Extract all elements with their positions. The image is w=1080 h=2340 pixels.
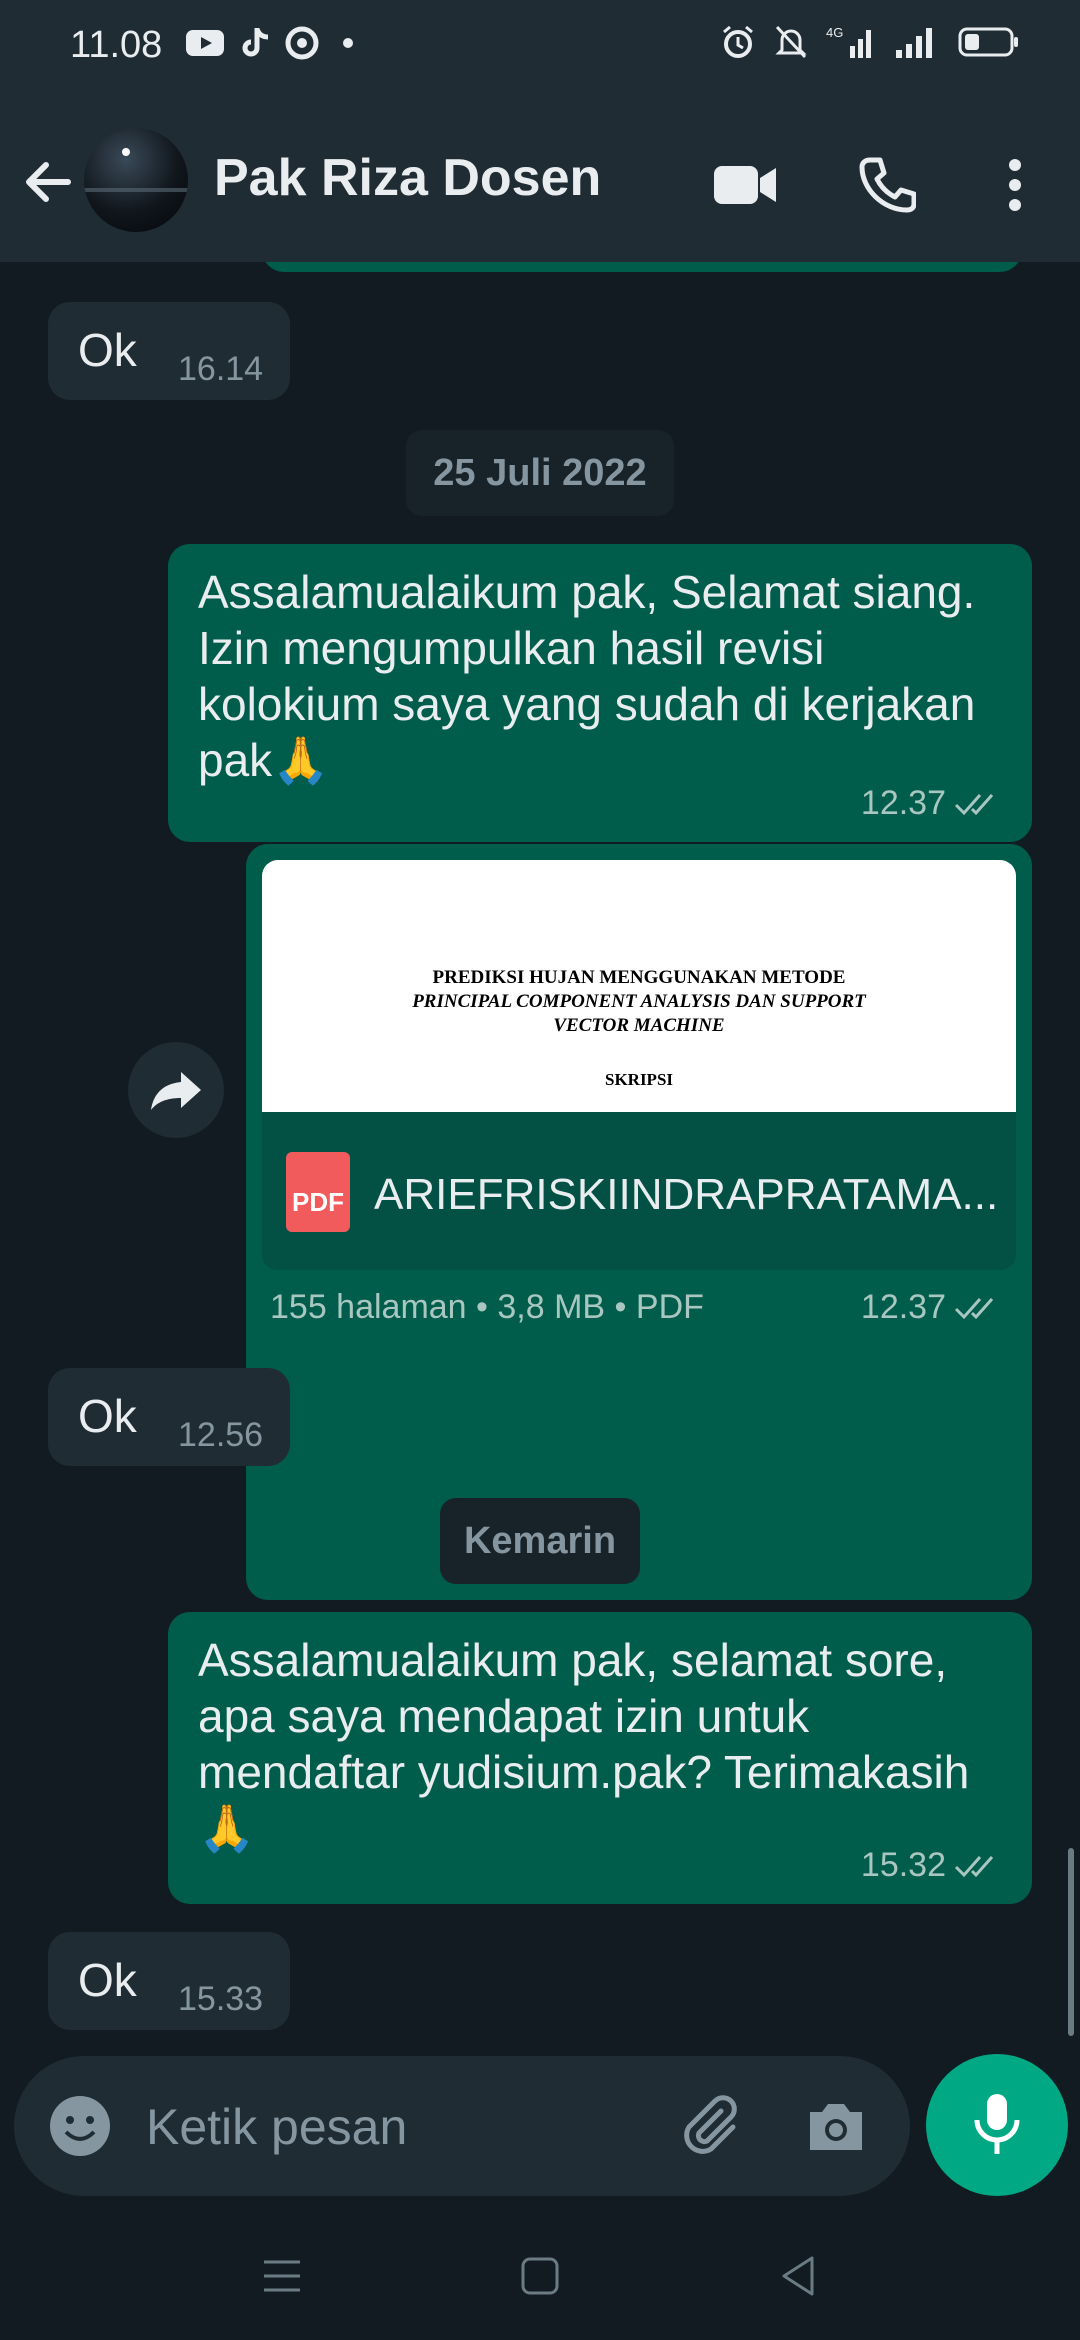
wifi-signal-icon <box>896 28 932 58</box>
message-text: Assalamualaikum pak, selamat sore, apa s… <box>198 1634 970 1854</box>
preview-title-line3: VECTOR MACHINE <box>553 1015 725 1036</box>
contact-name[interactable]: Pak Riza Dosen <box>214 148 601 208</box>
back-triangle-icon <box>782 2256 814 2296</box>
chat-messages[interactable]: Ok 16.14 25 Juli 2022 Assalamualaikum pa… <box>0 262 1080 2052</box>
status-bar: 11.08 4G <box>0 0 1080 100</box>
message-bubble-document[interactable]: PREDIKSI HUJAN MENGGUNAKAN METODE PRINCI… <box>246 844 1032 1600</box>
message-composer <box>14 2056 910 2196</box>
camera-icon <box>810 2104 862 2150</box>
status-time: 11.08 <box>70 24 163 66</box>
message-time: 12.37 <box>860 1288 946 1326</box>
document-file-name: ARIEFRISKIINDRAPRATAMA... <box>374 1170 999 1219</box>
message-time: 15.33 <box>178 1980 264 2018</box>
dot-icon <box>343 38 353 48</box>
message-bubble-incoming[interactable]: Ok 15.33 <box>48 1932 290 2030</box>
double-check-icon <box>954 1855 994 1877</box>
network-label: 4G <box>826 25 843 40</box>
app-icon <box>285 26 319 60</box>
forward-icon <box>151 1072 201 1110</box>
double-check-icon <box>954 1297 994 1319</box>
message-text: Ok <box>78 324 137 376</box>
more-vert-icon <box>1009 159 1021 211</box>
message-bubble-outgoing[interactable]: Assalamualaikum pak, Selamat siang. Izin… <box>168 544 1032 842</box>
emoji-button[interactable] <box>44 2090 116 2162</box>
chat-header: Pak Riza Dosen <box>0 100 1080 262</box>
back-nav-button[interactable] <box>768 2246 828 2306</box>
date-separator: Kemarin <box>440 1498 640 1584</box>
alarm-icon <box>723 25 753 58</box>
message-text: Ok <box>78 1954 137 2006</box>
pdf-icon: PDF <box>286 1152 350 1232</box>
camera-button[interactable] <box>800 2090 872 2162</box>
double-check-icon <box>954 793 994 815</box>
menu-icon <box>264 2260 300 2292</box>
attach-button[interactable] <box>674 2090 746 2162</box>
mic-icon <box>974 2094 1020 2154</box>
voice-call-button[interactable] <box>852 150 922 220</box>
video-call-icon <box>714 166 776 204</box>
document-meta: 155 halaman • 3,8 MB • PDF <box>270 1288 704 1326</box>
phone-icon <box>859 157 916 213</box>
scrollbar[interactable] <box>1068 1848 1074 2036</box>
more-options-button[interactable] <box>980 150 1050 220</box>
message-text: Ok <box>78 1390 137 1442</box>
back-button[interactable] <box>18 152 78 212</box>
video-call-button[interactable] <box>710 150 780 220</box>
message-meta: 12.37 <box>861 1288 1004 1327</box>
youtube-icon <box>186 30 224 56</box>
preview-title-line2: PRINCIPAL COMPONENT ANALYSIS DAN SUPPORT <box>412 991 866 1012</box>
battery-icon <box>958 27 1018 57</box>
home-nav-button[interactable] <box>510 2246 570 2306</box>
message-meta: 12.37 <box>861 784 1004 823</box>
forward-button[interactable] <box>128 1042 224 1138</box>
mute-icon <box>775 25 807 59</box>
avatar[interactable] <box>84 128 188 232</box>
system-nav-bar <box>0 2208 1080 2340</box>
document-preview[interactable]: PREDIKSI HUJAN MENGGUNAKAN METODE PRINCI… <box>262 860 1016 1112</box>
signal-icon: 4G <box>826 25 871 58</box>
message-bubble-outgoing[interactable]: Assalamualaikum pak, selamat sore, apa s… <box>168 1612 1032 1904</box>
message-meta: 15.32 <box>861 1846 1004 1885</box>
document-file-row[interactable]: PDF ARIEFRISKIINDRAPRATAMA... <box>262 1112 1016 1270</box>
message-time: 15.32 <box>860 1846 946 1884</box>
menu-nav-button[interactable] <box>252 2246 312 2306</box>
date-separator: 25 Juli 2022 <box>406 430 674 516</box>
voice-record-button[interactable] <box>926 2054 1068 2196</box>
tiktok-icon <box>242 28 269 57</box>
message-bubble-incoming[interactable]: Ok 12.56 <box>48 1368 290 1466</box>
message-time: 16.14 <box>178 350 264 388</box>
message-text: Assalamualaikum pak, Selamat siang. Izin… <box>198 566 976 786</box>
status-right-icons: 4G <box>720 24 1020 60</box>
message-time: 12.56 <box>178 1416 264 1454</box>
preview-title-line1: PREDIKSI HUJAN MENGGUNAKAN METODE <box>432 967 846 988</box>
attach-icon <box>684 2095 737 2154</box>
message-bubble-outgoing-partial[interactable] <box>262 262 1022 272</box>
emoji-icon <box>50 2096 110 2156</box>
message-time: 12.37 <box>860 784 946 822</box>
status-left-icons <box>185 26 363 60</box>
preview-subtitle: SKRIPSI <box>604 1070 674 1089</box>
home-square-icon <box>521 2257 559 2295</box>
message-bubble-incoming[interactable]: Ok 16.14 <box>48 302 290 400</box>
back-arrow-icon <box>26 162 71 202</box>
message-input[interactable] <box>144 2090 668 2164</box>
